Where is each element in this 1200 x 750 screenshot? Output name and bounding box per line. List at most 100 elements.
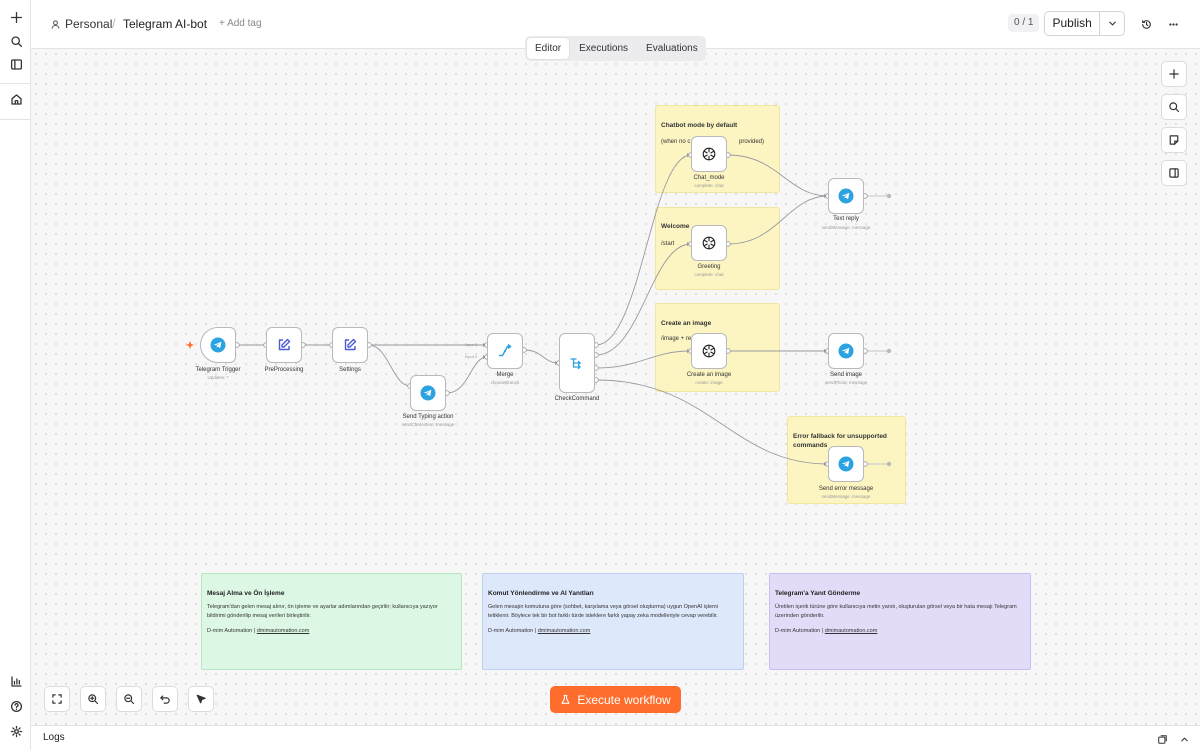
node-subtitle: sendChatAction: message (401, 422, 455, 427)
publish-button-group: Publish (1044, 11, 1125, 36)
node-greeting[interactable] (691, 225, 727, 261)
credit-link[interactable]: dmimautomation.com (257, 628, 310, 634)
plus-icon[interactable] (5, 6, 27, 28)
project-label: Personal (65, 17, 113, 31)
node-label: Create an image (686, 372, 732, 378)
settings-icon[interactable] (5, 720, 27, 742)
node-label: Greeting (697, 264, 721, 270)
view-tabs: Editor Executions Evaluations (525, 36, 706, 61)
node-create-an-image[interactable] (691, 333, 727, 369)
node-subtitle: chooseBranch (490, 380, 520, 385)
chevron-up-icon[interactable] (1179, 732, 1191, 744)
workflow-name[interactable]: Telegram AI-bot (123, 17, 207, 31)
edge-settings-typing (368, 344, 411, 387)
sticky-body: Gelen mesajın komutuna göre (sohbet, kar… (488, 604, 718, 619)
merge-icon (498, 344, 512, 357)
node-text-reply[interactable] (828, 178, 864, 214)
telegram-icon (838, 188, 854, 204)
add-node-icon[interactable] (1161, 61, 1187, 87)
zoom-in-icon[interactable] (80, 686, 106, 712)
edit-icon (278, 338, 291, 351)
telegram-icon (838, 343, 854, 359)
help-icon[interactable] (5, 695, 27, 717)
switch-icon (570, 358, 581, 370)
flask-icon (561, 694, 570, 704)
node-label: Merge (496, 372, 514, 378)
node-send-typing-action[interactable] (410, 375, 446, 411)
left-rail (0, 0, 31, 750)
edge-check-send-error (595, 379, 829, 465)
sticky-title: Mesaj Alma ve Ön İşleme (207, 590, 285, 597)
node-subtitle: sendPhoto: message (824, 380, 868, 385)
node-settings[interactable] (332, 327, 368, 363)
logs-label: Logs (43, 732, 65, 743)
node-check-command[interactable] (559, 333, 595, 393)
node-label: Text reply (833, 216, 859, 222)
breadcrumb-project[interactable]: Personal (50, 17, 112, 31)
breadcrumb-separator: / (112, 16, 116, 31)
node-label: Send error message (818, 486, 874, 492)
sticky-note-icon[interactable] (1161, 127, 1187, 153)
node-subtitle: create: image (695, 380, 723, 385)
node-label: CheckCommand (554, 396, 600, 402)
home-icon[interactable] (5, 88, 27, 110)
edit-icon (344, 338, 357, 351)
workflow-canvas[interactable]: Chatbot mode by default (when no c provi… (31, 49, 1200, 725)
undo-icon[interactable] (152, 686, 178, 712)
openai-icon (702, 344, 716, 358)
sticky-note-telegram-reply[interactable]: Telegram'a Yanıt Gönderme Üretilen içeri… (769, 573, 1031, 670)
tidy-up-icon[interactable] (188, 686, 214, 712)
openai-icon (702, 236, 716, 250)
user-icon (51, 19, 60, 29)
more-options-icon[interactable] (1164, 15, 1182, 33)
node-send-error-message[interactable] (828, 446, 864, 482)
node-preprocessing[interactable] (266, 327, 302, 363)
sticky-note-command-routing[interactable]: Komut Yönlendirme ve AI Yanıtları Gelen … (482, 573, 744, 670)
telegram-icon (420, 385, 436, 401)
node-send-image[interactable] (828, 333, 864, 369)
node-subtitle: sendMessage: message (821, 225, 871, 230)
node-telegram-trigger[interactable] (200, 327, 236, 363)
sticky-title: Komut Yönlendirme ve AI Yanıtları (488, 590, 594, 597)
rail-divider (0, 119, 31, 120)
node-subtitle: complete: chat (694, 272, 724, 277)
node-merge[interactable] (487, 333, 523, 369)
chevron-down-icon (1108, 21, 1116, 26)
telegram-icon (838, 456, 854, 472)
node-subtitle: complete: chat (694, 183, 724, 188)
zoom-out-icon[interactable] (116, 686, 142, 712)
panel-icon[interactable] (1161, 160, 1187, 186)
publish-button[interactable]: Publish (1045, 12, 1101, 35)
edge-check-create-image (595, 350, 692, 369)
fit-view-icon[interactable] (44, 686, 70, 712)
execute-workflow-button[interactable]: Execute workflow (550, 686, 681, 713)
publish-dropdown-button[interactable] (1100, 12, 1124, 35)
add-tag-link[interactable]: + Add tag (219, 18, 262, 29)
tab-evaluations[interactable]: Evaluations (638, 38, 706, 59)
node-label: Settings (339, 367, 361, 373)
insights-icon[interactable] (5, 670, 27, 692)
sticky-body: Telegram'dan gelen mesaj alınır, ön işle… (207, 604, 438, 619)
search-icon[interactable] (5, 30, 27, 52)
telegram-icon (210, 337, 226, 353)
sticky-credit: D-mim Automation | dmimautomation.com (488, 628, 591, 634)
sidebar-toggle-icon[interactable] (5, 53, 27, 75)
execute-workflow-label: Execute workflow (577, 692, 671, 707)
trigger-bolt-icon (185, 341, 195, 349)
version-counter: 0 / 1 (1008, 14, 1040, 32)
logs-panel[interactable]: Logs (31, 725, 1200, 750)
search-nodes-icon[interactable] (1161, 94, 1187, 120)
sticky-note-message-intake[interactable]: Mesaj Alma ve Ön İşleme Telegram'dan gel… (201, 573, 462, 670)
tab-executions[interactable]: Executions (571, 38, 636, 59)
edge-merge-check (523, 349, 560, 364)
sticky-title: Telegram'a Yanıt Gönderme (775, 590, 861, 597)
port-label-input2: Input 2 (465, 354, 478, 359)
credit-link[interactable]: dmimautomation.com (825, 628, 878, 634)
node-subtitle: Updates: * (207, 375, 229, 380)
credit-link[interactable]: dmimautomation.com (538, 628, 591, 634)
history-icon[interactable] (1137, 15, 1155, 33)
node-chat-mode[interactable] (691, 136, 727, 172)
tab-editor[interactable]: Editor (527, 38, 570, 59)
sticky-credit: D-mim Automation | dmimautomation.com (775, 628, 878, 634)
pop-out-icon[interactable] (1157, 732, 1169, 744)
